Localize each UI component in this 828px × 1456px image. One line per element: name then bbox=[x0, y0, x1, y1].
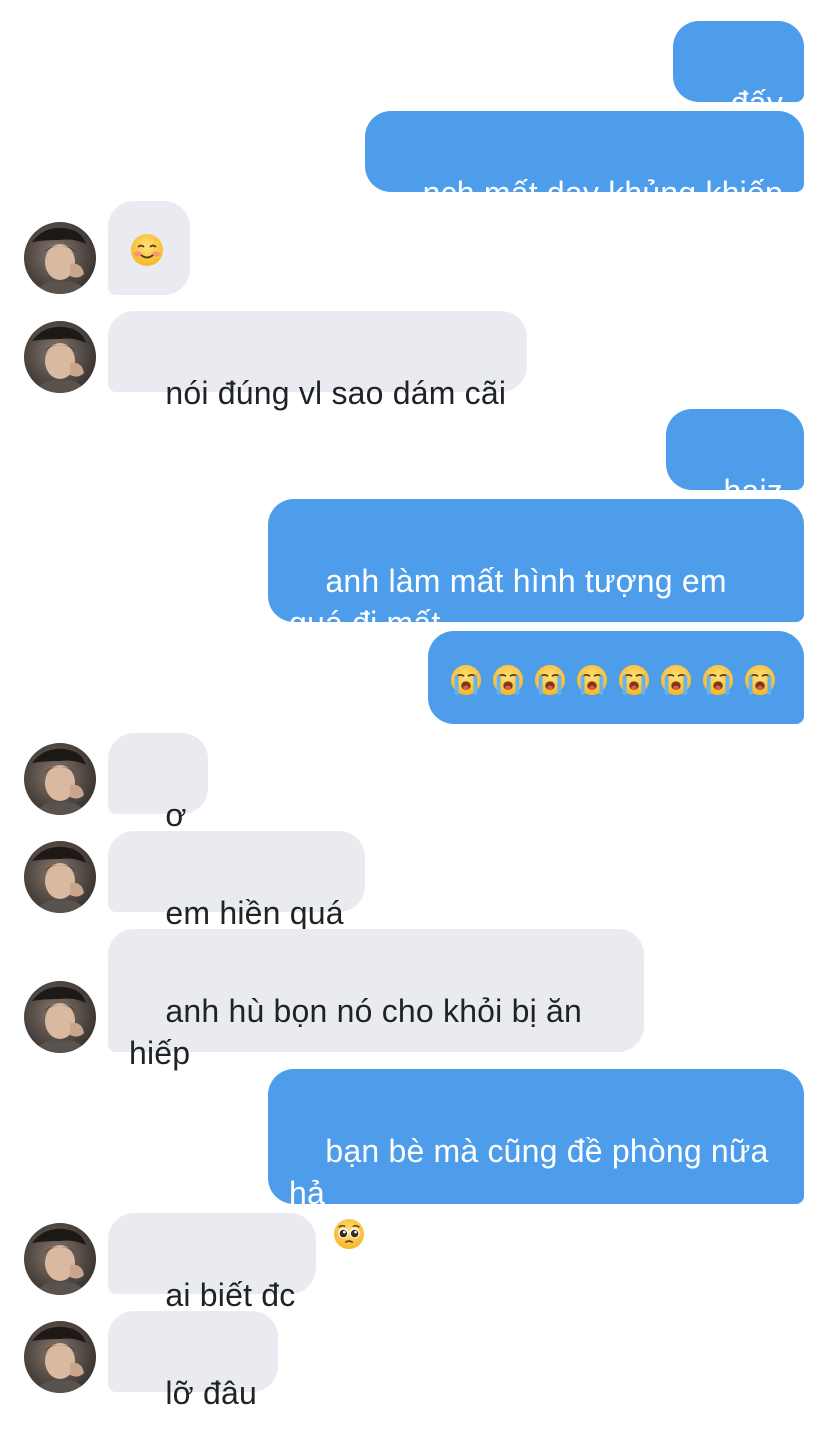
message-text: em hiền quá bbox=[165, 895, 344, 931]
loudly-crying-face-icon bbox=[618, 664, 650, 696]
message-text: anh hù bọn nó cho khỏi bị ăn hiếp bbox=[129, 993, 582, 1071]
emoji-row bbox=[450, 664, 790, 696]
message-text: bạn bè mà cũng đề phòng nữa hả bbox=[289, 1133, 769, 1211]
message-text: nch mất dạy khủng khiếp bbox=[422, 175, 783, 211]
message-text: lỡ đâu bbox=[165, 1375, 257, 1411]
message-incoming[interactable]: anh hù bọn nó cho khỏi bị ăn hiếp bbox=[108, 929, 644, 1071]
avatar[interactable] bbox=[24, 321, 96, 393]
loudly-crying-face-icon bbox=[450, 664, 482, 696]
loudly-crying-face-icon bbox=[744, 664, 776, 696]
message-outgoing[interactable]: nch mất dạy khủng khiếp bbox=[365, 111, 804, 211]
message-text: ai biết đc bbox=[165, 1277, 296, 1313]
message-text: anh làm mất hình tượng em quá đi mất bbox=[289, 563, 727, 641]
avatar[interactable] bbox=[24, 222, 96, 294]
message-incoming[interactable] bbox=[108, 201, 190, 295]
message-thread: đấy nch mất dạy khủng khiếp nói đúng vl … bbox=[0, 0, 828, 1411]
message-outgoing[interactable]: anh làm mất hình tượng em quá đi mất bbox=[268, 499, 804, 641]
message-outgoing[interactable]: bạn bè mà cũng đề phòng nữa hả bbox=[268, 1069, 804, 1249]
loudly-crying-face-icon bbox=[534, 664, 566, 696]
loudly-crying-face-icon bbox=[660, 664, 692, 696]
pleading-face-icon bbox=[334, 1218, 365, 1249]
message-text: nói đúng vl sao dám cãi bbox=[165, 375, 507, 411]
avatar[interactable] bbox=[24, 743, 96, 815]
avatar[interactable] bbox=[24, 981, 96, 1053]
avatar[interactable] bbox=[24, 841, 96, 913]
avatar[interactable] bbox=[24, 1321, 96, 1393]
smiling-face-blush-icon bbox=[131, 234, 163, 266]
message-outgoing[interactable] bbox=[428, 631, 804, 724]
message-incoming[interactable]: ơ bbox=[108, 733, 208, 833]
message-incoming[interactable]: em hiền quá bbox=[108, 831, 365, 931]
message-incoming[interactable]: ai biết đc bbox=[108, 1213, 317, 1313]
message-outgoing[interactable]: haiz bbox=[666, 409, 804, 509]
message-incoming[interactable]: lỡ đâu bbox=[108, 1311, 278, 1411]
avatar[interactable] bbox=[24, 1223, 96, 1295]
loudly-crying-face-icon bbox=[492, 664, 524, 696]
message-incoming[interactable]: nói đúng vl sao dám cãi bbox=[108, 311, 528, 411]
message-outgoing[interactable]: đấy bbox=[673, 21, 804, 121]
loudly-crying-face-icon bbox=[702, 664, 734, 696]
loudly-crying-face-icon bbox=[576, 664, 608, 696]
message-text: ơ bbox=[165, 797, 187, 833]
